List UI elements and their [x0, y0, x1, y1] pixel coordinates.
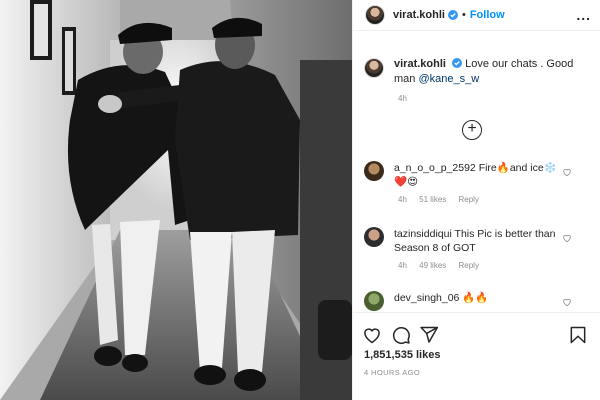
comment-heart-icon[interactable]: [562, 297, 572, 307]
comment-avatar[interactable]: [364, 291, 384, 311]
comment-likes[interactable]: 49 likes: [419, 261, 446, 270]
comment-heart-icon[interactable]: [562, 167, 572, 177]
post-header: virat.kohli • Follow ...: [353, 0, 600, 31]
likes-count[interactable]: 1,851,535 likes: [364, 349, 440, 361]
comment-item: dev_singh_06 🔥🔥: [364, 291, 588, 311]
verified-icon: [447, 10, 458, 20]
reply-button[interactable]: Reply: [459, 195, 479, 204]
comment-likes[interactable]: 51 likes: [419, 195, 446, 204]
load-more-comments-button[interactable]: +: [462, 120, 482, 140]
share-icon[interactable]: [419, 325, 439, 345]
post-photo[interactable]: [0, 0, 352, 400]
comment-text-block: tazinsiddiqui This Pic is better than Se…: [394, 227, 568, 255]
add-circle-icon: +: [467, 120, 477, 137]
post-actions: 1,851,535 likes 4 HOURS AGO: [352, 312, 600, 400]
post-photo-image: [0, 0, 352, 400]
comment-username[interactable]: a_n_o_o_p_2592: [394, 162, 476, 174]
caption-username[interactable]: virat.kohli: [394, 58, 446, 70]
caption-timestamp: 4h: [398, 94, 407, 103]
header-username[interactable]: virat.kohli: [393, 9, 445, 21]
comment-timestamp: 4h: [398, 261, 407, 270]
caption-avatar[interactable]: [364, 58, 384, 78]
reply-button[interactable]: Reply: [459, 261, 479, 270]
comment-meta: 4h 49 likes Reply: [398, 261, 588, 270]
comment-meta: 4h 51 likes Reply: [398, 195, 588, 204]
comment-text-block: a_n_o_o_p_2592 Fire🔥and ice❄️ ❤️😍: [394, 161, 568, 189]
caption-mention-link[interactable]: @kane_s_w: [418, 73, 479, 85]
avatar[interactable]: [365, 5, 385, 25]
caption-text-block: virat.kohli Love our chats . Good man @k…: [394, 57, 592, 87]
comment-text-block: dev_singh_06 🔥🔥: [394, 291, 568, 311]
comment-text: 🔥🔥: [462, 292, 489, 304]
more-icon[interactable]: ...: [576, 7, 591, 23]
comment-username[interactable]: tazinsiddiqui: [394, 228, 452, 240]
instagram-post: virat.kohli • Follow ... virat.kohli Lov…: [0, 0, 600, 400]
comment-icon[interactable]: [391, 325, 411, 345]
comment-heart-icon[interactable]: [562, 233, 572, 243]
follow-button[interactable]: Follow: [470, 9, 505, 21]
heart-icon[interactable]: [362, 325, 382, 345]
comment-timestamp: 4h: [398, 195, 407, 204]
comment-avatar[interactable]: [364, 161, 384, 181]
comment-item: a_n_o_o_p_2592 Fire🔥and ice❄️ ❤️😍 4h 51 …: [364, 161, 588, 204]
caption: virat.kohli Love our chats . Good man @k…: [364, 57, 592, 87]
comment-username[interactable]: dev_singh_06: [394, 292, 459, 304]
verified-icon: [452, 58, 463, 68]
comment-avatar[interactable]: [364, 227, 384, 247]
comment-item: tazinsiddiqui This Pic is better than Se…: [364, 227, 588, 270]
bookmark-icon[interactable]: [568, 325, 588, 345]
post-timestamp: 4 HOURS AGO: [364, 368, 421, 377]
header-separator: •: [461, 9, 466, 21]
